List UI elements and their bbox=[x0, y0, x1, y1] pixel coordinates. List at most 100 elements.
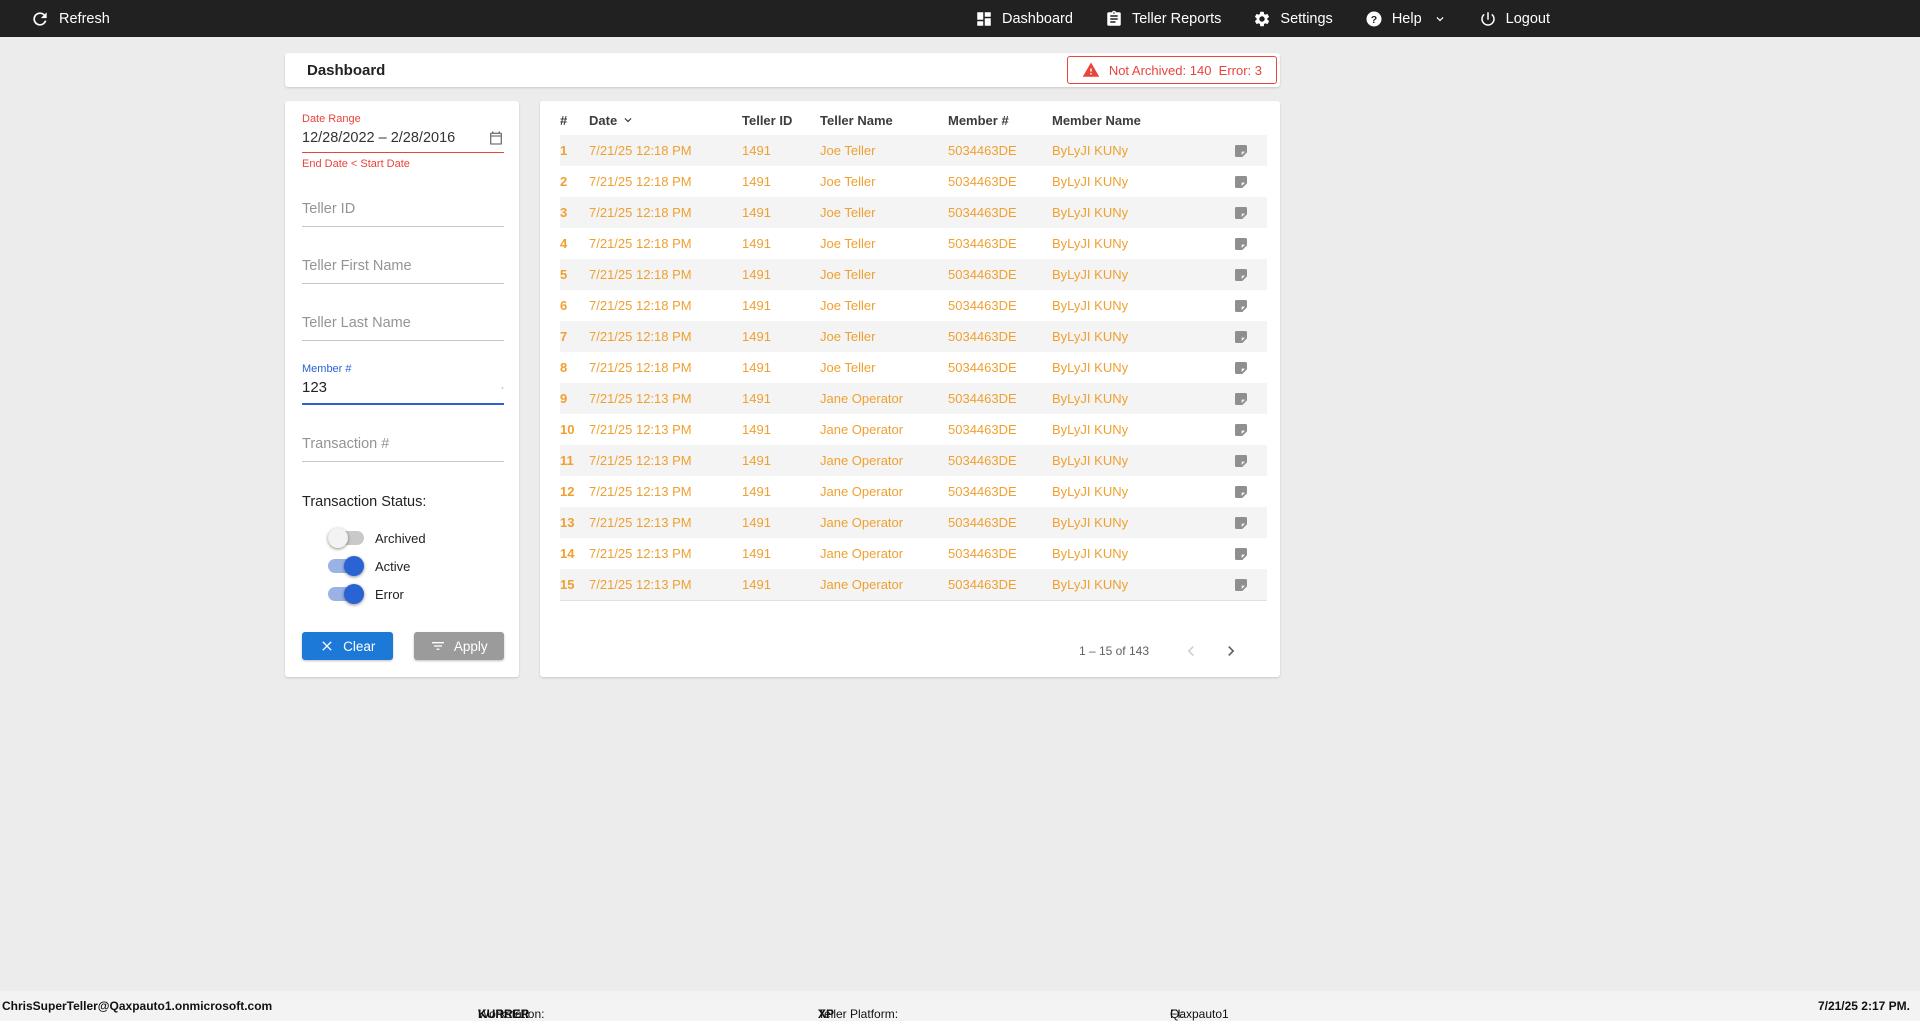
toggle-thumb bbox=[328, 528, 348, 548]
note-cell bbox=[1215, 205, 1267, 221]
table-row[interactable]: 5 7/21/25 12:18 PM 1491 Joe Teller 50344… bbox=[560, 259, 1267, 290]
member-number-input[interactable] bbox=[302, 377, 501, 403]
chevron-right-icon bbox=[1228, 646, 1235, 656]
clear-member-icon[interactable] bbox=[501, 380, 504, 396]
teller-first-name-input[interactable] bbox=[302, 258, 504, 283]
col-header-member-name[interactable]: Member Name bbox=[1052, 113, 1215, 128]
table-row[interactable]: 10 7/21/25 12:13 PM 1491 Jane Operator 5… bbox=[560, 414, 1267, 445]
nav-teller-reports[interactable]: Teller Reports bbox=[1105, 10, 1221, 28]
table-row[interactable]: 9 7/21/25 12:13 PM 1491 Jane Operator 50… bbox=[560, 383, 1267, 414]
cell-member-number: 5034463DE bbox=[948, 453, 1017, 468]
cell-date: 7/21/25 12:18 PM bbox=[589, 174, 692, 189]
col-header-date[interactable]: Date bbox=[589, 113, 742, 128]
cell-member-number: 5034463DE bbox=[948, 422, 1017, 437]
cell-row-number: 13 bbox=[560, 515, 575, 530]
col-header-member-number[interactable]: Member # bbox=[948, 113, 1052, 128]
note-icon[interactable] bbox=[1233, 267, 1249, 283]
not-archived-alert: Not Archived: 140 Error: 3 bbox=[1066, 56, 1277, 84]
note-icon[interactable] bbox=[1233, 174, 1249, 190]
cell-teller-id: 1491 bbox=[742, 577, 771, 592]
note-icon[interactable] bbox=[1233, 360, 1249, 376]
nav-help[interactable]: ? Help bbox=[1365, 10, 1447, 28]
col-header-teller-name[interactable]: Teller Name bbox=[820, 113, 948, 128]
table-row[interactable]: 1 7/21/25 12:18 PM 1491 Joe Teller 50344… bbox=[560, 135, 1267, 166]
cell-row-number: 5 bbox=[560, 267, 568, 282]
table-row[interactable]: 8 7/21/25 12:18 PM 1491 Joe Teller 50344… bbox=[560, 352, 1267, 383]
teller-last-name-input[interactable] bbox=[302, 315, 504, 340]
cell-teller-id: 1491 bbox=[742, 205, 771, 220]
table-row[interactable]: 12 7/21/25 12:13 PM 1491 Jane Operator 5… bbox=[560, 476, 1267, 507]
table-row[interactable]: 14 7/21/25 12:13 PM 1491 Jane Operator 5… bbox=[560, 538, 1267, 569]
teller-first-name-field-wrap bbox=[302, 257, 504, 284]
note-icon[interactable] bbox=[1233, 577, 1249, 593]
cell-member-number: 5034463DE bbox=[948, 267, 1017, 282]
cell-member-number: 5034463DE bbox=[948, 174, 1017, 189]
cell-member-number: 5034463DE bbox=[948, 236, 1017, 251]
note-icon[interactable] bbox=[1233, 422, 1249, 438]
note-cell bbox=[1215, 391, 1267, 407]
note-icon[interactable] bbox=[1233, 205, 1249, 221]
note-icon[interactable] bbox=[1233, 546, 1249, 562]
col-header-number[interactable]: # bbox=[560, 113, 589, 128]
alert-text: Not Archived: 140 Error: 3 bbox=[1108, 62, 1262, 78]
page-header-card: Dashboard Not Archived: 140 Error: 3 bbox=[285, 53, 1280, 87]
note-icon[interactable] bbox=[1233, 484, 1249, 500]
note-icon[interactable] bbox=[1233, 391, 1249, 407]
filter-actions: Clear Apply bbox=[302, 632, 504, 660]
transaction-number-field-wrap bbox=[302, 435, 504, 462]
paginator: 1 – 15 of 143 bbox=[560, 631, 1267, 671]
note-icon[interactable] bbox=[1233, 143, 1249, 159]
dashboard-icon bbox=[977, 11, 991, 26]
table-row[interactable]: 7 7/21/25 12:18 PM 1491 Joe Teller 50344… bbox=[560, 321, 1267, 352]
next-page-button[interactable] bbox=[1211, 631, 1251, 671]
status-toggle[interactable]: Error bbox=[328, 580, 504, 608]
cell-date: 7/21/25 12:18 PM bbox=[589, 143, 692, 158]
pagination-range: 1 – 15 of 143 bbox=[1078, 644, 1149, 658]
clear-button[interactable]: Clear bbox=[302, 632, 393, 660]
cell-member-name: ByLyJI KUNy bbox=[1052, 577, 1129, 592]
cell-teller-name: Jane Operator bbox=[820, 484, 904, 499]
transaction-status-label: Transaction Status: bbox=[302, 494, 427, 510]
cell-member-name: ByLyJI KUNy bbox=[1052, 329, 1129, 344]
cell-member-number: 5034463DE bbox=[948, 391, 1017, 406]
table-row[interactable]: 4 7/21/25 12:18 PM 1491 Joe Teller 50344… bbox=[560, 228, 1267, 259]
apply-button[interactable]: Apply bbox=[413, 632, 504, 660]
toggle-switch[interactable] bbox=[328, 528, 364, 548]
table-row[interactable]: 2 7/21/25 12:18 PM 1491 Joe Teller 50344… bbox=[560, 166, 1267, 197]
calendar-icon[interactable] bbox=[488, 130, 504, 146]
table-row[interactable]: 3 7/21/25 12:18 PM 1491 Joe Teller 50344… bbox=[560, 197, 1267, 228]
transaction-number-input[interactable] bbox=[302, 436, 504, 461]
cell-teller-name: Jane Operator bbox=[820, 453, 904, 468]
toggle-switch[interactable] bbox=[328, 584, 364, 604]
table-row[interactable]: 13 7/21/25 12:13 PM 1491 Jane Operator 5… bbox=[560, 507, 1267, 538]
refresh-button[interactable]: Refresh bbox=[30, 9, 110, 29]
date-range-error: End Date < Start Date bbox=[302, 158, 410, 170]
table-header-row: # Date Teller ID Teller Name Member # Me… bbox=[560, 105, 1267, 135]
note-cell bbox=[1215, 484, 1267, 500]
report-icon bbox=[1107, 10, 1121, 26]
toggle-switch[interactable] bbox=[328, 556, 364, 576]
col-header-teller-id[interactable]: Teller ID bbox=[742, 113, 820, 128]
nav-logout[interactable]: Logout bbox=[1479, 10, 1550, 28]
cell-teller-name: Jane Operator bbox=[820, 515, 904, 530]
teller-id-input[interactable] bbox=[302, 201, 504, 226]
note-icon[interactable] bbox=[1233, 453, 1249, 469]
previous-page-button[interactable] bbox=[1171, 631, 1211, 671]
table-row[interactable]: 6 7/21/25 12:18 PM 1491 Joe Teller 50344… bbox=[560, 290, 1267, 321]
note-icon[interactable] bbox=[1233, 329, 1249, 345]
power-icon bbox=[1480, 11, 1495, 26]
status-toggle[interactable]: Archived bbox=[328, 524, 504, 552]
date-range-field[interactable]: 12/28/2022 – 2/28/2016 bbox=[302, 130, 504, 153]
note-icon[interactable] bbox=[1233, 515, 1249, 531]
note-cell bbox=[1215, 174, 1267, 190]
nav-dashboard[interactable]: Dashboard bbox=[975, 10, 1073, 28]
table-row[interactable]: 11 7/21/25 12:13 PM 1491 Jane Operator 5… bbox=[560, 445, 1267, 476]
note-icon[interactable] bbox=[1233, 236, 1249, 252]
cell-teller-id: 1491 bbox=[742, 174, 771, 189]
cell-teller-id: 1491 bbox=[742, 546, 771, 561]
workstation-value: KURRER bbox=[478, 1007, 530, 1021]
status-toggle[interactable]: Active bbox=[328, 552, 504, 580]
table-row[interactable]: 15 7/21/25 12:13 PM 1491 Jane Operator 5… bbox=[560, 569, 1267, 600]
note-icon[interactable] bbox=[1233, 298, 1249, 314]
nav-settings[interactable]: Settings bbox=[1253, 10, 1333, 28]
